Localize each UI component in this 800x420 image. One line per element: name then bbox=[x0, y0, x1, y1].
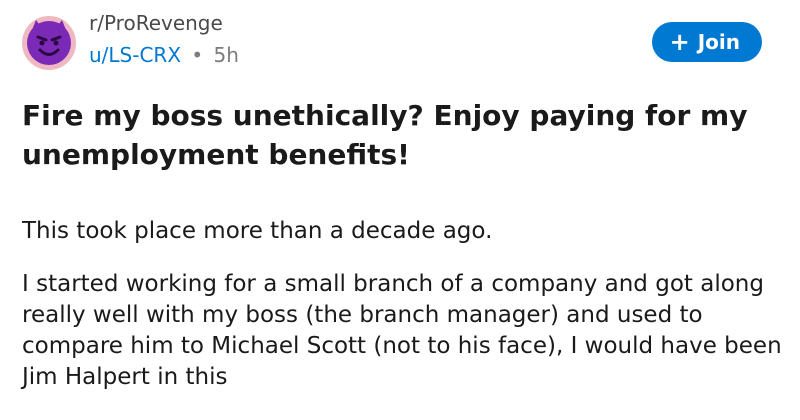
author-link[interactable]: u/LS-CRX bbox=[89, 43, 181, 67]
post-age: 5h bbox=[213, 43, 239, 67]
meta-separator: • bbox=[191, 43, 204, 67]
post-meta: r/ProRevenge u/LS-CRX • 5h bbox=[89, 10, 239, 68]
reddit-post-card: r/ProRevenge u/LS-CRX • 5h + Join Fire m… bbox=[0, 0, 800, 420]
plus-icon: + bbox=[669, 28, 690, 56]
post-paragraph: I started working for a small branch of … bbox=[22, 271, 782, 390]
subreddit-name[interactable]: r/ProRevenge bbox=[89, 10, 239, 36]
post-header: r/ProRevenge u/LS-CRX • 5h + Join bbox=[22, 8, 782, 74]
join-button[interactable]: + Join bbox=[651, 22, 762, 62]
post-body: This took place more than a decade ago. … bbox=[22, 216, 782, 393]
post-paragraph: This took place more than a decade ago. bbox=[22, 218, 493, 244]
join-button-label: Join bbox=[697, 30, 740, 54]
author-row: u/LS-CRX • 5h bbox=[89, 42, 239, 68]
devil-emoji-icon bbox=[27, 20, 71, 65]
avatar[interactable] bbox=[22, 16, 76, 70]
post-title[interactable]: Fire my boss unethically? Enjoy paying f… bbox=[22, 96, 782, 174]
